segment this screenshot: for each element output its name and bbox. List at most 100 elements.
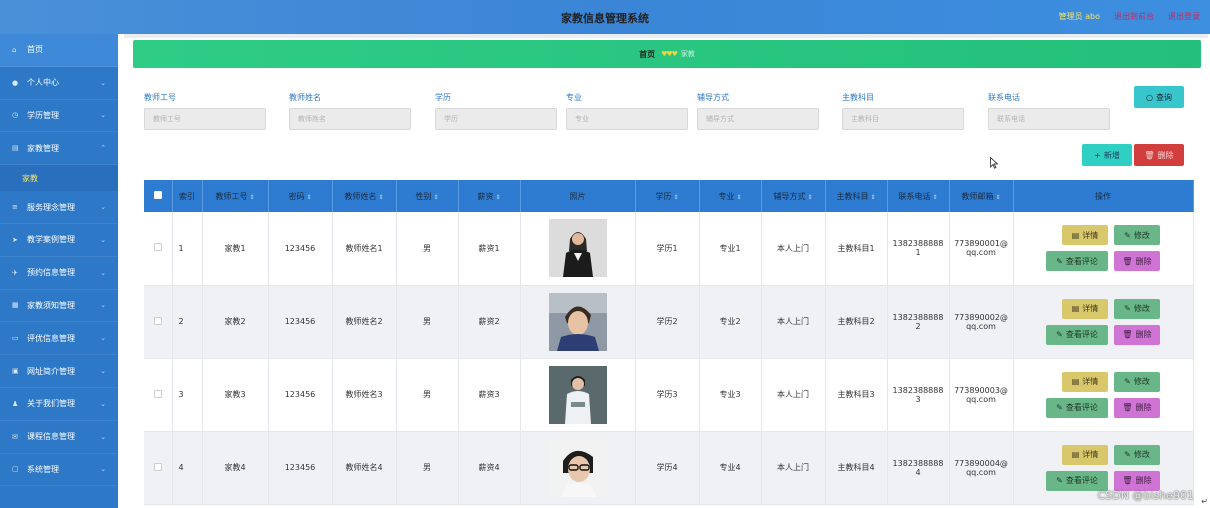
sidebar-item-evaluation[interactable]: ▭ 评优信息管理 ⌄: [0, 322, 118, 356]
sidebar-item-service[interactable]: ≡ 服务理念管理 ⌄: [0, 191, 118, 224]
column-header[interactable]: 教师邮箱 ⇕: [949, 180, 1014, 212]
detail-button[interactable]: ▤ 详情: [1062, 444, 1108, 465]
teacher-photo[interactable]: [548, 292, 607, 351]
phone-line: 2: [915, 321, 921, 331]
breadcrumb-home[interactable]: 首页: [639, 49, 655, 60]
sidebar-item-cases[interactable]: ➤ 教学案例管理 ⌄: [0, 224, 118, 257]
edit-label: 修改: [1133, 450, 1150, 459]
method-input[interactable]: [697, 108, 819, 130]
teacher-name-input[interactable]: [289, 108, 411, 130]
select-all-checkbox[interactable]: [153, 191, 162, 199]
view-reviews-button[interactable]: ✎ 查看评论: [1046, 397, 1108, 418]
view-reviews-button[interactable]: ✎ 查看评论: [1046, 470, 1108, 491]
sidebar-item-label: 教学案例管理: [27, 235, 75, 245]
sidebar-item-site-intro[interactable]: ▣ 网址简介管理 ⌄: [0, 355, 118, 388]
delete-button[interactable]: 🗑 删除: [1114, 397, 1160, 418]
sidebar-item-system[interactable]: ▢ 系统管理 ⌄: [0, 454, 118, 487]
column-header[interactable]: 密码 ⇕: [268, 180, 333, 212]
sort-icon[interactable]: ⇕: [932, 194, 937, 201]
sidebar-item-home[interactable]: ⌂ 首页: [0, 34, 118, 67]
view-reviews-button[interactable]: ✎ 查看评论: [1046, 251, 1108, 272]
sort-icon[interactable]: ⇕: [736, 194, 741, 201]
subject-input[interactable]: [842, 108, 964, 130]
sidebar-item-education[interactable]: ◷ 学历管理 ⌄: [0, 100, 118, 133]
sidebar-item-courses[interactable]: ✉ 课程信息管理 ⌄: [0, 421, 118, 454]
sort-icon[interactable]: ⇕: [995, 194, 1000, 201]
breadcrumb-current: 家教: [680, 50, 695, 58]
sidebar-item-tutor[interactable]: ▤ 家教管理 ⌃: [0, 132, 118, 166]
add-button[interactable]: + 新增: [1082, 144, 1132, 166]
edit-button[interactable]: ✎ 修改: [1114, 444, 1160, 465]
delete-button[interactable]: 🗑 删除: [1114, 324, 1160, 345]
column-header[interactable]: 联系电话 ⇕: [887, 180, 950, 212]
teacher-id-input[interactable]: [144, 108, 266, 130]
back-to-frontend-link[interactable]: 退出到前台: [1114, 11, 1154, 22]
scroll-arrow-icon[interactable]: ↵: [1201, 497, 1208, 506]
cell-index: 2: [172, 285, 203, 359]
row-checkbox[interactable]: [153, 243, 162, 252]
cell-photo: [520, 285, 636, 359]
edit-button[interactable]: ✎ 修改: [1114, 371, 1160, 392]
sidebar-item-booking[interactable]: ✈ 预约信息管理 ⌄: [0, 257, 118, 290]
column-header-label: 索引: [179, 191, 195, 201]
table-header-row: 索引 教师工号 ⇕ 密码 ⇕ 教师姓名 ⇕ 性别 ⇕ 薪资 ⇕ 照片 学历 ⇕ 专业 ⇕ 辅导…: [144, 180, 1194, 212]
cell-password: 123456: [268, 358, 333, 432]
teacher-photo[interactable]: [548, 438, 607, 497]
cell-phone: 1382388888 2: [887, 285, 950, 359]
phone-input[interactable]: [988, 108, 1110, 130]
column-header[interactable]: 性别 ⇕: [396, 180, 459, 212]
sort-icon[interactable]: ⇕: [495, 194, 500, 201]
delete-button[interactable]: 🗑 删除: [1114, 470, 1160, 491]
column-header[interactable]: 辅导方式 ⇕: [761, 180, 826, 212]
view-reviews-button[interactable]: ✎ 查看评论: [1046, 324, 1108, 345]
edit-button[interactable]: ✎ 修改: [1114, 225, 1160, 246]
sort-icon[interactable]: ⇕: [306, 194, 311, 201]
pencil-icon: ✎: [1124, 304, 1131, 313]
column-header[interactable]: 学历 ⇕: [635, 180, 700, 212]
column-header[interactable]: 薪资 ⇕: [458, 180, 521, 212]
row-checkbox[interactable]: [153, 389, 162, 398]
bulk-delete-button[interactable]: 🗑 删除: [1134, 144, 1184, 166]
top-header: 家教信息管理系统 管理员 abo 退出到前台 退出登录: [0, 0, 1210, 34]
sort-icon[interactable]: ⇕: [870, 194, 875, 201]
column-header[interactable]: 教师姓名 ⇕: [332, 180, 397, 212]
cell-index: 1: [172, 212, 203, 286]
edit-button[interactable]: ✎ 修改: [1114, 298, 1160, 319]
cell-gender: 男: [396, 212, 459, 286]
column-header[interactable]: 教师工号 ⇕: [202, 180, 269, 212]
sidebar-item-about[interactable]: ♟ 关于我们管理 ⌄: [0, 388, 118, 421]
select-all-cell[interactable]: [144, 180, 173, 212]
sort-icon[interactable]: ⇕: [378, 194, 383, 201]
column-header[interactable]: 主教科目 ⇕: [825, 180, 888, 212]
sort-icon[interactable]: ⇕: [807, 194, 812, 201]
detail-button[interactable]: ▤ 详情: [1062, 298, 1108, 319]
query-button[interactable]: ○ 查询: [1134, 86, 1184, 108]
row-select-cell[interactable]: [144, 358, 173, 432]
teacher-photo[interactable]: [548, 365, 607, 424]
detail-button[interactable]: ▤ 详情: [1062, 225, 1108, 246]
row-select-cell[interactable]: [144, 285, 173, 359]
row-select-cell[interactable]: [144, 212, 173, 286]
teacher-photo[interactable]: [548, 219, 607, 278]
row-checkbox[interactable]: [153, 462, 162, 471]
education-input[interactable]: [435, 108, 557, 130]
major-input[interactable]: [566, 108, 688, 130]
chevron-down-icon: ⌄: [100, 235, 106, 244]
top-strip: [124, 34, 1208, 38]
sort-icon[interactable]: ⇕: [249, 194, 254, 201]
sidebar-item-notice[interactable]: ▦ 家教须知管理 ⌄: [0, 290, 118, 323]
row-checkbox[interactable]: [153, 316, 162, 325]
cell-phone: 1382388888 1: [887, 212, 950, 286]
clock-icon: ◷: [12, 111, 19, 120]
sidebar-item-profile[interactable]: ● 个人中心 ⌄: [0, 67, 118, 100]
detail-button[interactable]: ▤ 详情: [1062, 371, 1108, 392]
column-header[interactable]: 专业 ⇕: [699, 180, 762, 212]
delete-button[interactable]: 🗑 删除: [1114, 251, 1160, 272]
row-select-cell[interactable]: [144, 431, 173, 505]
logout-link[interactable]: 退出登录: [1168, 11, 1200, 22]
sort-icon[interactable]: ⇕: [433, 194, 438, 201]
chevron-down-icon: ⌄: [100, 399, 106, 408]
sort-icon[interactable]: ⇕: [673, 194, 678, 201]
document-icon: ▤: [12, 144, 19, 153]
sidebar-subitem-tutor[interactable]: 家教: [0, 165, 118, 192]
